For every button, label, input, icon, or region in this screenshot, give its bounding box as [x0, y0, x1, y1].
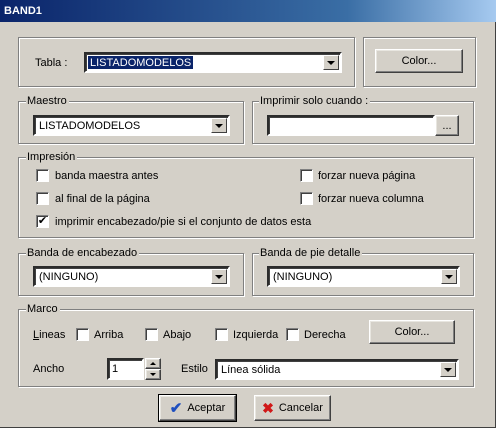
pie-legend: Banda de pie detalle [259, 247, 363, 259]
marco-legend: Marco [26, 303, 60, 315]
estilo-label: Estilo [181, 363, 208, 375]
banda-maestra-antes-label: banda maestra antes [55, 170, 159, 182]
marco-color-button[interactable]: Color... [369, 320, 455, 344]
forzar-nueva-pagina-checkbox[interactable] [300, 169, 313, 182]
check-icon: ✔ [169, 400, 183, 417]
ancho-spinner[interactable] [145, 358, 161, 380]
encabezado-dropdown-button[interactable] [211, 269, 227, 284]
tabla-color-button[interactable]: Color... [375, 49, 463, 73]
aceptar-button[interactable]: ✔ Aceptar [158, 394, 237, 422]
window-title: BAND1 [0, 0, 496, 22]
estilo-select-value: Línea sólida [221, 363, 281, 376]
chevron-down-icon [327, 60, 335, 65]
aceptar-label: Aceptar [187, 402, 226, 414]
maestro-dropdown-button[interactable] [211, 118, 227, 133]
close-icon: ✖ [262, 399, 274, 416]
arrow-down-icon [150, 373, 156, 376]
imprimir-browse-button[interactable]: ... [435, 115, 459, 136]
tabla-dropdown-button[interactable] [323, 55, 339, 70]
estilo-dropdown-button[interactable] [440, 362, 456, 377]
tabla-select[interactable]: LISTADOMODELOS [84, 52, 342, 73]
abajo-checkbox[interactable] [145, 328, 158, 341]
maestro-select[interactable]: LISTADOMODELOS [33, 115, 230, 136]
imprimir-encabezado-checkbox[interactable]: ✔ [36, 215, 49, 228]
cancelar-button[interactable]: ✖ Cancelar [254, 395, 331, 421]
imprimir-group: Imprimir solo cuando : ... [252, 95, 474, 144]
impresion-group: Impresión banda maestra antes al final d… [18, 151, 474, 238]
maestro-select-value: LISTADOMODELOS [39, 119, 141, 132]
marco-group: Marco Lineas Arriba Abajo Izquierda Dere… [18, 303, 474, 387]
imprimir-encabezado-label: imprimir encabezado/pie si el conjunto d… [55, 216, 312, 228]
al-final-label: al final de la página [55, 193, 150, 205]
pie-select[interactable]: (NINGUNO) [267, 266, 460, 287]
chevron-down-icon [215, 123, 223, 128]
encabezado-select-value: (NINGUNO) [39, 270, 99, 283]
pie-group: Banda de pie detalle (NINGUNO) [252, 247, 474, 296]
derecha-checkbox[interactable] [286, 328, 299, 341]
derecha-label: Derecha [304, 329, 346, 341]
ancho-spin-up-button[interactable] [145, 358, 161, 369]
tabla-label: Tabla : [35, 57, 68, 69]
marco-color-button-label: Color... [394, 326, 430, 338]
forzar-nueva-pagina-label: forzar nueva página [318, 170, 416, 182]
izquierda-checkbox[interactable] [215, 328, 228, 341]
ancho-label: Ancho [33, 363, 65, 375]
ancho-spin-down-button[interactable] [145, 369, 161, 380]
banda-maestra-antes-checkbox[interactable] [36, 169, 49, 182]
check-icon: ✔ [37, 215, 48, 227]
tabla-group: Tabla : LISTADOMODELOS [18, 37, 355, 87]
forzar-nueva-columna-checkbox[interactable] [300, 192, 313, 205]
estilo-select[interactable]: Línea sólida [215, 359, 459, 380]
forzar-nueva-columna-label: forzar nueva columna [318, 193, 424, 205]
arriba-label: Arriba [94, 329, 124, 341]
maestro-legend: Maestro [26, 95, 69, 107]
tabla-color-button-label: Color... [401, 55, 437, 67]
izquierda-label: Izquierda [233, 329, 279, 341]
arriba-checkbox[interactable] [76, 328, 89, 341]
al-final-checkbox[interactable] [36, 192, 49, 205]
pie-select-value: (NINGUNO) [273, 270, 333, 283]
lineas-label: Lineas [33, 329, 66, 341]
encabezado-select[interactable]: (NINGUNO) [33, 266, 230, 287]
color-group: Color... [363, 37, 476, 87]
imprimir-browse-label: ... [442, 119, 452, 132]
imprimir-legend: Imprimir solo cuando : [259, 95, 371, 107]
maestro-group: Maestro LISTADOMODELOS [18, 95, 244, 144]
ancho-input-value: 1 [112, 363, 119, 375]
abajo-label: Abajo [163, 329, 192, 341]
arrow-up-icon [150, 362, 156, 365]
chevron-down-icon [444, 367, 452, 372]
tabla-select-value: LISTADOMODELOS [88, 56, 194, 69]
chevron-down-icon [445, 274, 453, 279]
dialog-window: BAND1 Tabla : LISTADOMODELOS Color... Ma… [0, 0, 496, 428]
impresion-legend: Impresión [26, 151, 78, 163]
lineas-label-text: ineas [39, 329, 66, 341]
pie-dropdown-button[interactable] [441, 269, 457, 284]
ancho-input[interactable]: 1 [107, 358, 144, 380]
encabezado-legend: Banda de encabezado [26, 247, 140, 259]
cancelar-label: Cancelar [278, 402, 323, 414]
encabezado-group: Banda de encabezado (NINGUNO) [18, 247, 244, 296]
imprimir-condition-input[interactable] [267, 115, 435, 136]
chevron-down-icon [215, 274, 223, 279]
